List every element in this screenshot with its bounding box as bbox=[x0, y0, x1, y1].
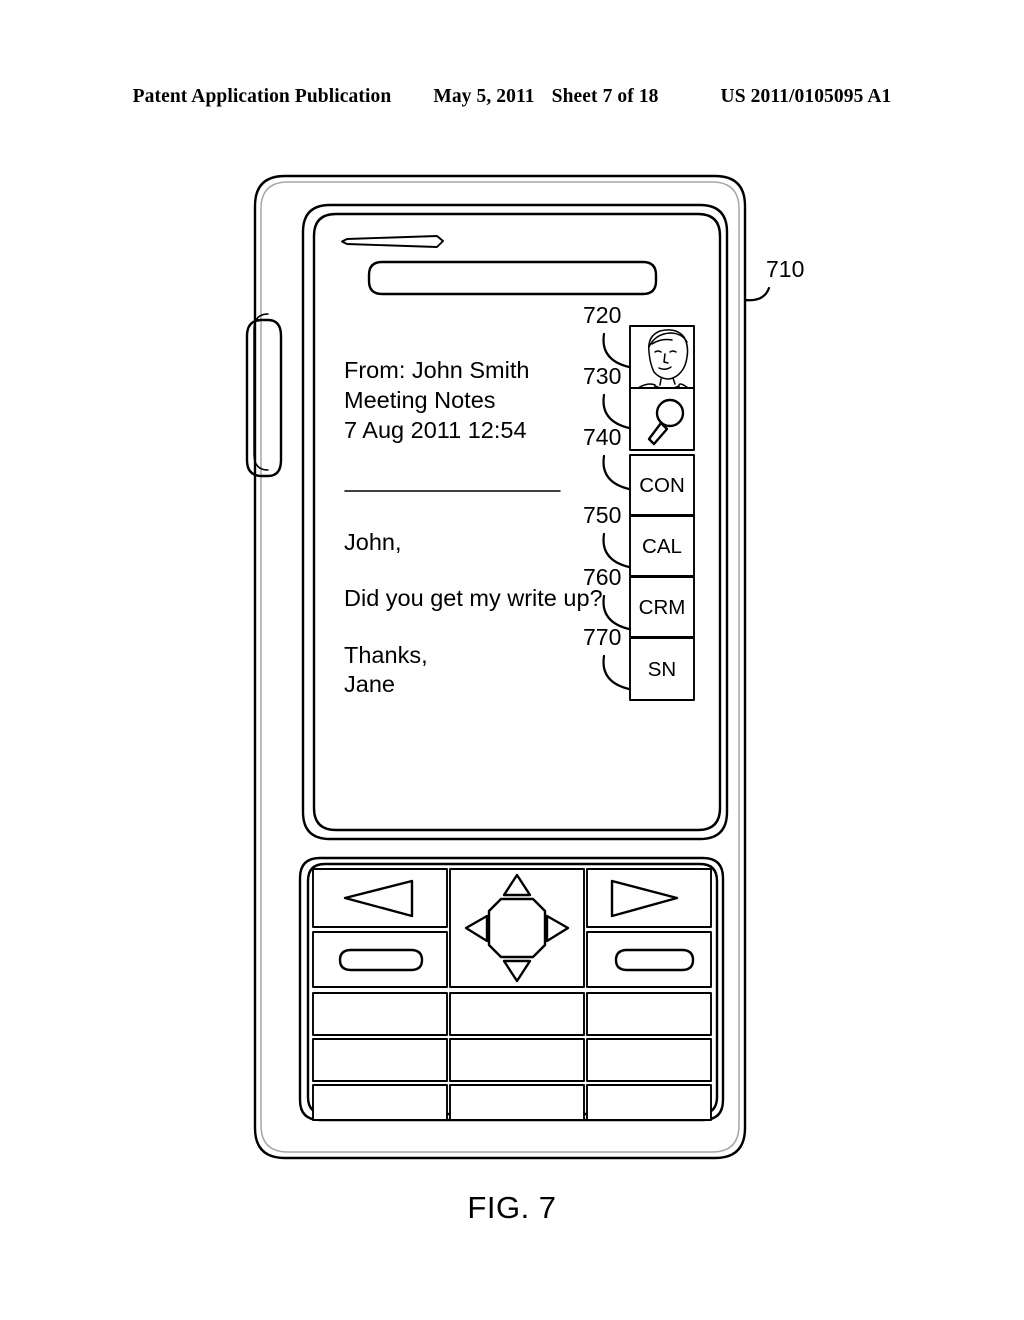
right-soft-key-icon bbox=[614, 948, 695, 972]
reference-label-760: 760 bbox=[583, 564, 621, 590]
reference-label-730: 730 bbox=[583, 363, 621, 389]
action-strip-label-crm: CRM bbox=[639, 596, 686, 619]
action-strip-label-con: CON bbox=[639, 474, 685, 497]
side-button[interactable] bbox=[245, 313, 283, 478]
action-strip-item-cal[interactable]: CAL bbox=[629, 515, 695, 577]
key-left-arrow[interactable] bbox=[312, 868, 448, 928]
email-from-line: From: John Smith bbox=[344, 357, 529, 383]
keypad-row-5 bbox=[312, 1084, 712, 1121]
email-message: From: John Smith Meeting Notes 7 Aug 201… bbox=[344, 357, 603, 697]
dpad-center-select[interactable] bbox=[487, 897, 547, 959]
email-date-line: 7 Aug 2011 12:54 bbox=[344, 417, 527, 443]
key-dpad[interactable] bbox=[449, 868, 585, 988]
email-body-line-2: Did you get my write up? bbox=[344, 585, 603, 611]
key-blank-r3c2[interactable] bbox=[449, 992, 585, 1036]
reference-label-750: 750 bbox=[583, 502, 621, 528]
key-blank-r4c2[interactable] bbox=[449, 1038, 585, 1082]
email-subject-line: Meeting Notes bbox=[344, 387, 496, 413]
key-blank-r4c1[interactable] bbox=[312, 1038, 448, 1082]
action-strip-label-sn: SN bbox=[648, 658, 676, 681]
action-strip-item-con[interactable]: CON bbox=[629, 454, 695, 516]
key-right-arrow[interactable] bbox=[586, 868, 712, 928]
action-strip-item-search[interactable] bbox=[629, 387, 695, 451]
action-strip: CON CAL CRM SN bbox=[629, 325, 695, 701]
email-body-line-3: Thanks, bbox=[344, 642, 428, 668]
key-left-soft[interactable] bbox=[312, 931, 448, 988]
key-blank-r5c3[interactable] bbox=[586, 1084, 712, 1121]
key-blank-r3c1[interactable] bbox=[312, 992, 448, 1036]
reference-label-770: 770 bbox=[583, 624, 621, 650]
figure-caption: FIG. 7 bbox=[467, 1190, 557, 1225]
leader-line-750 bbox=[602, 532, 631, 569]
email-body-line-1: John, bbox=[344, 529, 402, 555]
email-body-line-4: Jane bbox=[344, 671, 395, 697]
key-blank-r3c3[interactable] bbox=[586, 992, 712, 1036]
key-right-soft[interactable] bbox=[586, 931, 712, 988]
key-blank-r4c3[interactable] bbox=[586, 1038, 712, 1082]
earpiece-speaker-icon bbox=[341, 235, 444, 248]
reference-label-710: 710 bbox=[766, 256, 804, 282]
leader-line-740 bbox=[602, 454, 631, 491]
reference-label-740: 740 bbox=[583, 424, 621, 450]
reference-label-720: 720 bbox=[583, 302, 621, 328]
action-strip-item-sn[interactable]: SN bbox=[629, 637, 695, 701]
key-blank-r5c2[interactable] bbox=[449, 1084, 585, 1121]
keypad-row-3 bbox=[312, 992, 712, 1036]
action-strip-item-contact[interactable] bbox=[629, 325, 695, 396]
leader-line-710 bbox=[743, 286, 771, 302]
left-soft-key-icon bbox=[338, 948, 424, 972]
keypad-row-4 bbox=[312, 1038, 712, 1082]
figure-7-drawing: From: John Smith Meeting Notes 7 Aug 201… bbox=[245, 174, 804, 1160]
keypad bbox=[298, 856, 725, 1122]
action-strip-item-crm[interactable]: CRM bbox=[629, 576, 695, 638]
key-blank-r5c1[interactable] bbox=[312, 1084, 448, 1121]
status-bar bbox=[367, 260, 658, 296]
action-strip-label-cal: CAL bbox=[642, 535, 682, 558]
leader-line-770 bbox=[602, 654, 631, 691]
